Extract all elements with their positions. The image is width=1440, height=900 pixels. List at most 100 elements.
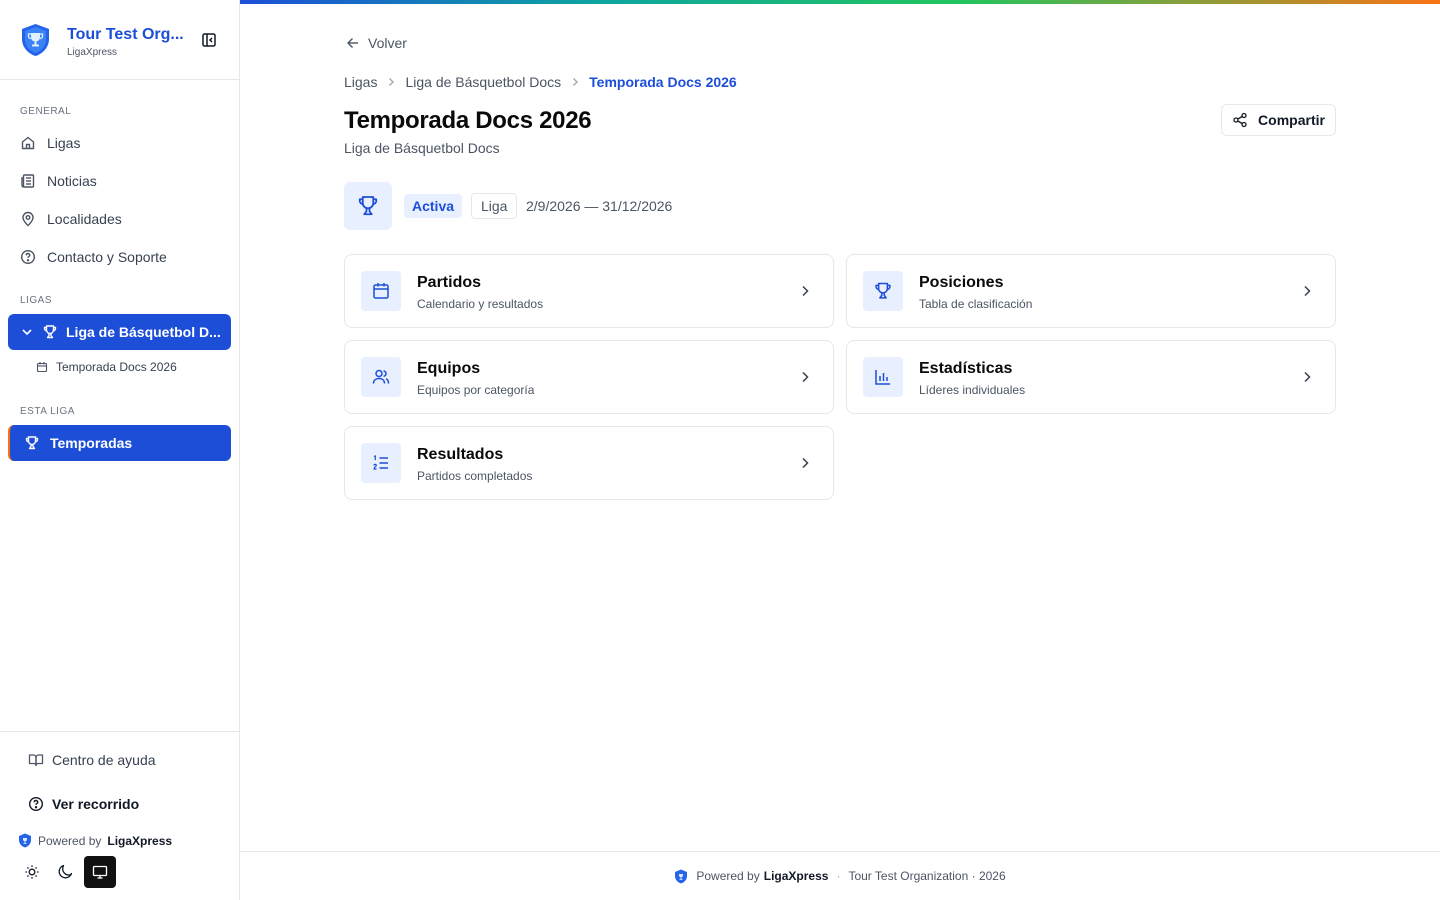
powered-by: Powered by LigaXpress <box>18 833 172 848</box>
card-icon-box <box>361 443 401 483</box>
sidebar-item-localidades[interactable]: Localidades <box>8 201 231 237</box>
footer-org: Tour Test Organization · 2026 <box>848 869 1006 883</box>
sidebar: Tour Test Org... LigaXpress GENERAL Liga… <box>0 0 240 900</box>
card-partidos[interactable]: Partidos Calendario y resultados <box>344 254 834 328</box>
season-icon-box <box>344 182 392 230</box>
section-label-esta-liga: ESTA LIGA <box>20 406 75 417</box>
sun-icon <box>25 865 39 879</box>
home-icon <box>21 136 35 150</box>
sidebar-item-label: Contacto y Soporte <box>47 249 167 265</box>
card-icon-box <box>361 357 401 397</box>
book-open-icon <box>28 754 44 767</box>
card-icon-box <box>361 271 401 311</box>
trophy-icon <box>358 196 378 216</box>
back-button[interactable]: Volver <box>346 35 407 51</box>
sidebar-item-league[interactable]: Liga de Básquetbol D... <box>8 314 231 350</box>
powered-prefix: Powered by <box>38 833 102 848</box>
card-description: Partidos completados <box>417 469 533 483</box>
sidebar-subitem-label: Temporada Docs 2026 <box>56 360 177 374</box>
card-description: Tabla de clasificación <box>919 297 1033 311</box>
sidebar-item-label: Noticias <box>47 173 97 189</box>
users-icon <box>372 369 390 384</box>
card-equipos[interactable]: Equipos Equipos por categoría <box>344 340 834 414</box>
app-name: LigaXpress <box>67 47 118 58</box>
arrow-left-icon <box>347 38 358 48</box>
dark-theme-button[interactable] <box>50 856 82 888</box>
bar-chart-icon <box>875 370 890 385</box>
share-icon <box>1233 112 1247 128</box>
breadcrumb-item[interactable]: Liga de Básquetbol Docs <box>405 74 561 90</box>
share-label: Compartir <box>1258 112 1325 128</box>
sidebar-item-temporadas[interactable]: Temporadas <box>8 425 231 461</box>
help-circle-icon <box>28 796 44 812</box>
sidebar-item-ligas[interactable]: Ligas <box>8 125 231 161</box>
season-dates: 2/9/2026 — 31/12/2026 <box>526 198 673 214</box>
footer-powered-brand: LigaXpress <box>763 869 829 883</box>
card-title: Resultados <box>417 446 504 463</box>
chevron-right-icon <box>389 78 395 86</box>
calendar-icon <box>36 362 48 373</box>
view-tour-button[interactable]: Ver recorrido <box>28 796 139 812</box>
calendar-icon <box>373 283 389 299</box>
status-badge: Activa <box>404 194 463 218</box>
help-circle-icon <box>20 249 36 265</box>
chevron-right-icon <box>802 457 809 469</box>
chevron-right-icon <box>1304 371 1311 383</box>
trophy-icon <box>25 436 39 450</box>
help-center-label: Centro de ayuda <box>52 752 156 768</box>
card-estadisticas[interactable]: Estadísticas Líderes individuales <box>846 340 1336 414</box>
chevron-right-icon <box>1304 285 1311 297</box>
card-icon-box <box>863 357 903 397</box>
card-title: Partidos <box>417 274 482 291</box>
help-center-link[interactable]: Centro de ayuda <box>28 752 156 768</box>
breadcrumb-item[interactable]: Ligas <box>344 74 377 90</box>
monitor-icon <box>92 865 108 879</box>
brand-header: Tour Test Org... LigaXpress <box>0 0 239 80</box>
sidebar-item-label: Localidades <box>47 211 122 227</box>
card-title: Estadísticas <box>919 360 1013 377</box>
footer-powered-prefix: Powered by <box>696 869 760 883</box>
panel-left-close-icon <box>202 33 216 47</box>
chevron-right-icon <box>802 371 809 383</box>
back-label: Volver <box>368 35 407 51</box>
org-logo-icon <box>22 24 49 56</box>
page-footer: Powered by LigaXpress · Tour Test Organi… <box>240 851 1440 900</box>
ligaxpress-logo-icon <box>19 833 31 848</box>
card-description: Equipos por categoría <box>417 383 535 397</box>
collapse-sidebar-button[interactable] <box>199 30 219 50</box>
breadcrumb: Ligas Liga de Básquetbol Docs Temporada … <box>344 74 737 90</box>
card-description: Calendario y resultados <box>417 297 544 311</box>
org-name: Tour Test Org... <box>67 26 184 43</box>
ligaxpress-logo-icon <box>675 869 688 883</box>
card-icon-box <box>863 271 903 311</box>
sidebar-item-label: Ligas <box>47 135 81 151</box>
chevron-down-icon <box>22 329 32 336</box>
trophy-icon <box>43 325 57 339</box>
card-title: Posiciones <box>919 274 1004 291</box>
sidebar-item-label: Temporadas <box>50 435 133 451</box>
footer-separator: · <box>836 869 841 883</box>
page-subtitle: Liga de Básquetbol Docs <box>344 140 500 156</box>
view-tour-label: Ver recorrido <box>52 796 140 812</box>
card-resultados[interactable]: Resultados Partidos completados <box>344 426 834 500</box>
section-label-general: GENERAL <box>20 106 72 117</box>
share-button[interactable]: Compartir <box>1221 104 1336 136</box>
trophy-icon <box>875 282 891 299</box>
breadcrumb-current: Temporada Docs 2026 <box>589 74 737 90</box>
sidebar-item-contacto[interactable]: Contacto y Soporte <box>8 239 231 275</box>
sidebar-item-label: Liga de Básquetbol D... <box>66 324 221 340</box>
chevron-right-icon <box>802 285 809 297</box>
section-label-ligas: LIGAS <box>20 295 52 306</box>
card-posiciones[interactable]: Posiciones Tabla de clasificación <box>846 254 1336 328</box>
card-title: Equipos <box>417 360 481 377</box>
system-theme-button[interactable] <box>84 856 116 888</box>
light-theme-button[interactable] <box>16 856 48 888</box>
list-ordered-icon <box>373 455 388 470</box>
sidebar-item-noticias[interactable]: Noticias <box>8 163 231 199</box>
sidebar-subitem-season[interactable]: Temporada Docs 2026 <box>36 360 177 374</box>
type-badge: Liga <box>471 193 518 219</box>
newspaper-icon <box>21 174 35 188</box>
page-title: Temporada Docs 2026 <box>344 107 592 134</box>
moon-icon <box>58 864 73 879</box>
map-pin-icon <box>22 211 34 227</box>
